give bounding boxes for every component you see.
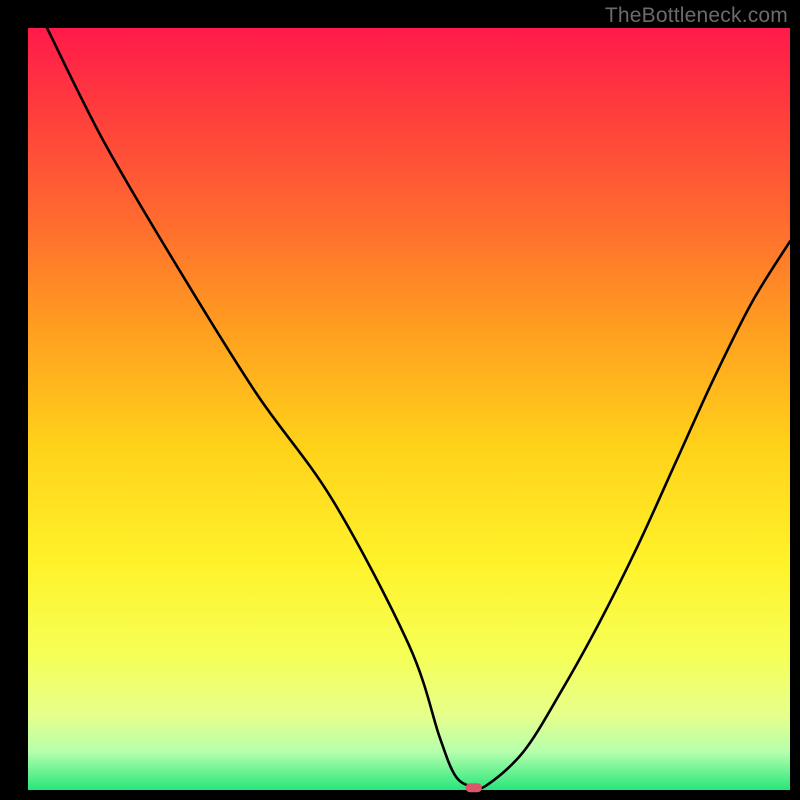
- plot-background: [28, 28, 790, 790]
- bottleneck-chart: [0, 0, 800, 800]
- chart-container: TheBottleneck.com: [0, 0, 800, 800]
- optimal-marker: [466, 783, 482, 792]
- watermark: TheBottleneck.com: [605, 4, 788, 28]
